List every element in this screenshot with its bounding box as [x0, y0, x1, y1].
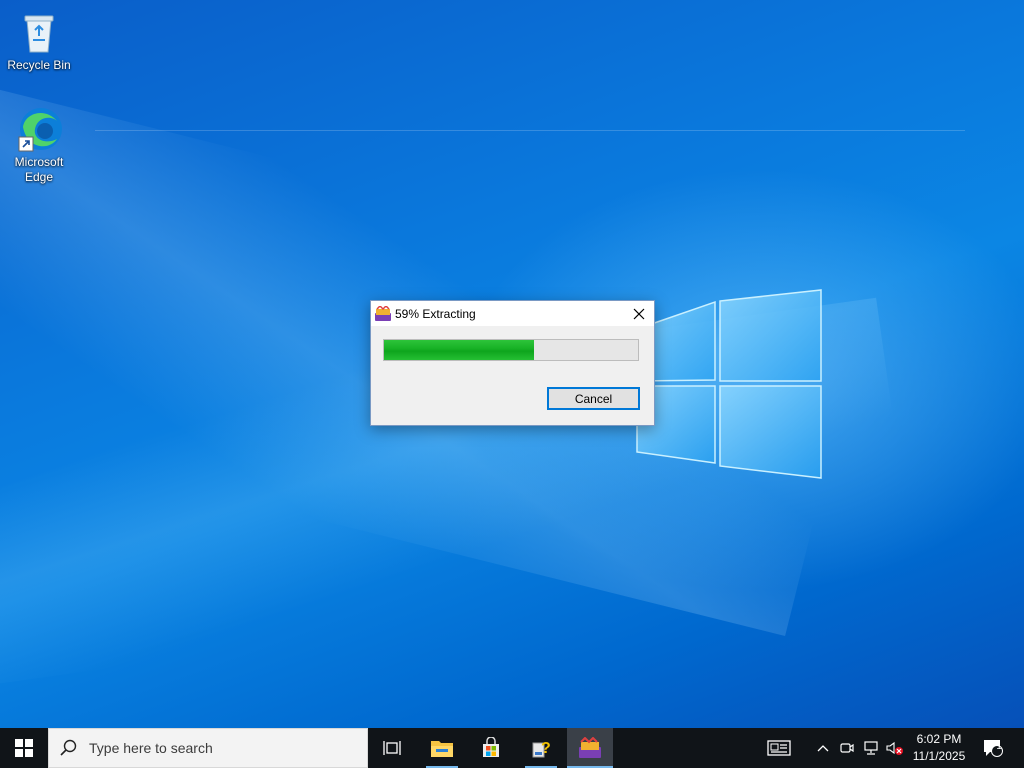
dialog-title: 59% Extracting [395, 307, 476, 321]
taskbar-search-box[interactable]: Type here to search [48, 728, 368, 768]
taskbar-store[interactable] [471, 728, 511, 768]
archive-app-icon [375, 306, 391, 321]
task-view-icon [383, 741, 401, 755]
cancel-button[interactable]: Cancel [547, 387, 640, 410]
extract-progress-bar [383, 339, 639, 361]
progress-fill [384, 340, 534, 360]
desktop-icon-label: Recycle Bin [7, 58, 71, 72]
close-button[interactable] [624, 301, 654, 326]
search-placeholder: Type here to search [89, 740, 213, 756]
network-button[interactable] [860, 728, 882, 768]
store-icon [483, 737, 499, 757]
clock-date: 11/1/2025 [912, 749, 966, 763]
desktop-light-line [95, 130, 965, 131]
notification-count: 1 [996, 741, 1002, 752]
taskbar-file-explorer[interactable] [422, 728, 462, 768]
news-button[interactable] [760, 728, 798, 768]
show-hidden-icons-button[interactable] [812, 728, 834, 768]
chevron-up-icon [817, 745, 829, 752]
news-icon [767, 740, 791, 756]
dialog-titlebar[interactable]: 59% Extracting [371, 301, 654, 326]
taskbar-help-app[interactable]: ? [521, 728, 561, 768]
extract-progress-dialog: 59% Extracting Cancel [370, 300, 655, 426]
file-explorer-icon [431, 741, 453, 757]
recycle-bin-icon [15, 8, 63, 56]
help-app-icon: ? [532, 740, 551, 758]
task-view-button[interactable] [372, 728, 412, 768]
close-icon [633, 308, 645, 319]
meet-now-button[interactable] [836, 728, 858, 768]
taskbar-clock[interactable]: 6:02 PM 11/1/2025 [906, 731, 972, 765]
desktop-icon-recycle-bin[interactable]: Recycle Bin [2, 8, 76, 73]
desktop-icon-edge[interactable]: Microsoft Edge [2, 105, 76, 185]
taskbar-archive-app[interactable] [567, 728, 613, 768]
network-icon [864, 741, 878, 755]
volume-button[interactable] [884, 728, 906, 768]
start-icon [15, 739, 33, 757]
desktop[interactable]: Recycle Bin Microsoft Edge 59% Extractin… [0, 0, 1024, 728]
notifications-button[interactable]: 1 [978, 728, 1008, 768]
svg-text:?: ? [541, 740, 551, 757]
desktop-icon-label: Microsoft Edge [14, 155, 64, 184]
archive-app-icon [579, 737, 601, 758]
edge-icon [15, 105, 63, 153]
start-button[interactable] [0, 728, 48, 768]
search-icon [60, 739, 77, 756]
taskbar: Type here to search ? 6:02 PM 11/1/2025 … [0, 728, 1024, 768]
clock-time: 6:02 PM [916, 732, 962, 746]
meet-now-icon [840, 743, 854, 753]
volume-muted-icon [886, 741, 903, 755]
